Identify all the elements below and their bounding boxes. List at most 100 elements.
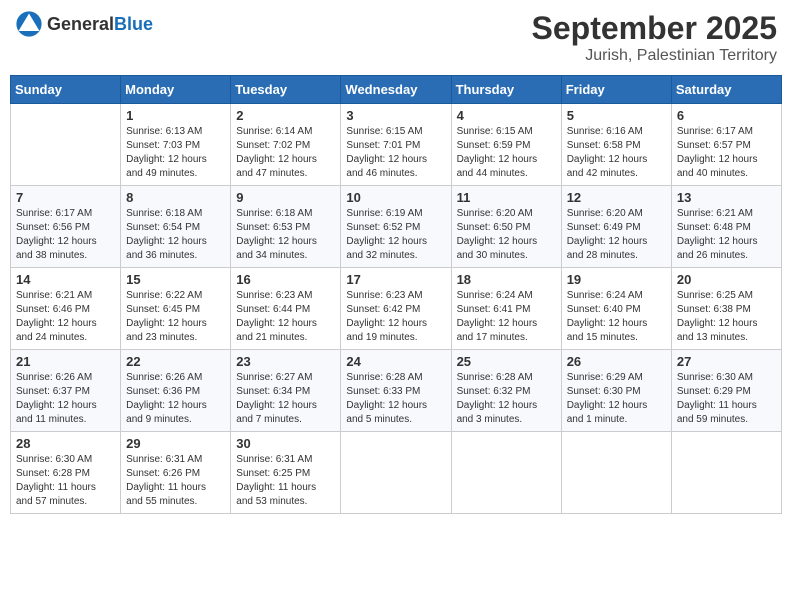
calendar-cell: 13 Sunrise: 6:21 AM Sunset: 6:48 PM Dayli… — [671, 186, 781, 268]
day-info: Sunrise: 6:24 AM Sunset: 6:41 PM Dayligh… — [457, 289, 556, 345]
day-number: 7 — [16, 190, 115, 205]
calendar-cell: 22 Sunrise: 6:26 AM Sunset: 6:36 PM Dayli… — [121, 350, 231, 432]
day-info: Sunrise: 6:18 AM Sunset: 6:53 PM Dayligh… — [236, 207, 335, 263]
day-info: Sunrise: 6:30 AM Sunset: 6:28 PM Dayligh… — [16, 453, 115, 509]
calendar-cell: 27 Sunrise: 6:30 AM Sunset: 6:29 PM Dayli… — [671, 350, 781, 432]
calendar-cell: 14 Sunrise: 6:21 AM Sunset: 6:46 PM Dayli… — [11, 268, 121, 350]
month-title: September 2025 — [532, 10, 777, 47]
day-number: 28 — [16, 436, 115, 451]
day-info: Sunrise: 6:20 AM Sunset: 6:49 PM Dayligh… — [567, 207, 666, 263]
day-number: 20 — [677, 272, 776, 287]
calendar-cell: 23Sunrise: 6:27 AM Sunset: 6:34 PM Dayli… — [231, 350, 341, 432]
day-info: Sunrise: 6:20 AM Sunset: 6:50 PM Dayligh… — [457, 207, 556, 263]
calendar-cell: 26 Sunrise: 6:29 AM Sunset: 6:30 PM Dayli… — [561, 350, 671, 432]
location-title: Jurish, Palestinian Territory — [532, 47, 777, 65]
calendar-table: SundayMondayTuesdayWednesdayThursdayFrid… — [10, 75, 782, 514]
day-info: Sunrise: 6:21 AM Sunset: 6:48 PM Dayligh… — [677, 207, 776, 263]
calendar-cell: 9 Sunrise: 6:18 AM Sunset: 6:53 PM Daylig… — [231, 186, 341, 268]
calendar-cell: 21Sunrise: 6:26 AM Sunset: 6:37 PM Dayli… — [11, 350, 121, 432]
calendar-cell: 4 Sunrise: 6:15 AM Sunset: 6:59 PM Daylig… — [451, 104, 561, 186]
day-info: Sunrise: 6:16 AM Sunset: 6:58 PM Dayligh… — [567, 125, 666, 181]
day-info: Sunrise: 6:24 AM Sunset: 6:40 PM Dayligh… — [567, 289, 666, 345]
page-header: GeneralBlue September 2025 Jurish, Pales… — [10, 10, 782, 65]
calendar-cell: 12Sunrise: 6:20 AM Sunset: 6:49 PM Dayli… — [561, 186, 671, 268]
day-number: 27 — [677, 354, 776, 369]
calendar-cell: 30 Sunrise: 6:31 AM Sunset: 6:25 PM Dayli… — [231, 432, 341, 514]
column-header-tuesday: Tuesday — [231, 76, 341, 104]
calendar-cell: 25 Sunrise: 6:28 AM Sunset: 6:32 PM Dayli… — [451, 350, 561, 432]
calendar-cell: 29 Sunrise: 6:31 AM Sunset: 6:26 PM Dayli… — [121, 432, 231, 514]
day-number: 11 — [457, 190, 556, 205]
day-number: 30 — [236, 436, 335, 451]
day-number: 24 — [346, 354, 445, 369]
calendar-week-row: 28 Sunrise: 6:30 AM Sunset: 6:28 PM Dayli… — [11, 432, 782, 514]
day-number: 13 — [677, 190, 776, 205]
day-number: 25 — [457, 354, 556, 369]
day-number: 8 — [126, 190, 225, 205]
day-number: 4 — [457, 108, 556, 123]
day-info: Sunrise: 6:30 AM Sunset: 6:29 PM Dayligh… — [677, 371, 776, 427]
day-info: Sunrise: 6:28 AM Sunset: 6:33 PM Dayligh… — [346, 371, 445, 427]
day-number: 3 — [346, 108, 445, 123]
day-number: 14 — [16, 272, 115, 287]
day-number: 2 — [236, 108, 335, 123]
day-number: 26 — [567, 354, 666, 369]
logo-blue-text: Blue — [114, 14, 153, 34]
column-header-saturday: Saturday — [671, 76, 781, 104]
day-number: 5 — [567, 108, 666, 123]
calendar-cell: 2Sunrise: 6:14 AM Sunset: 7:02 PM Daylig… — [231, 104, 341, 186]
day-info: Sunrise: 6:23 AM Sunset: 6:42 PM Dayligh… — [346, 289, 445, 345]
day-info: Sunrise: 6:15 AM Sunset: 6:59 PM Dayligh… — [457, 125, 556, 181]
calendar-cell: 17 Sunrise: 6:23 AM Sunset: 6:42 PM Dayli… — [341, 268, 451, 350]
calendar-cell: 18 Sunrise: 6:24 AM Sunset: 6:41 PM Dayli… — [451, 268, 561, 350]
logo-general-text: General — [47, 14, 114, 34]
day-info: Sunrise: 6:22 AM Sunset: 6:45 PM Dayligh… — [126, 289, 225, 345]
calendar-week-row: 1 Sunrise: 6:13 AM Sunset: 7:03 PM Daylig… — [11, 104, 782, 186]
day-info: Sunrise: 6:17 AM Sunset: 6:57 PM Dayligh… — [677, 125, 776, 181]
title-block: September 2025 Jurish, Palestinian Terri… — [532, 10, 777, 65]
day-number: 21 — [16, 354, 115, 369]
day-number: 6 — [677, 108, 776, 123]
day-number: 29 — [126, 436, 225, 451]
calendar-cell: 28 Sunrise: 6:30 AM Sunset: 6:28 PM Dayli… — [11, 432, 121, 514]
day-info: Sunrise: 6:13 AM Sunset: 7:03 PM Dayligh… — [126, 125, 225, 181]
calendar-cell — [671, 432, 781, 514]
day-number: 1 — [126, 108, 225, 123]
calendar-cell: 16Sunrise: 6:23 AM Sunset: 6:44 PM Dayli… — [231, 268, 341, 350]
day-number: 18 — [457, 272, 556, 287]
day-number: 17 — [346, 272, 445, 287]
day-number: 19 — [567, 272, 666, 287]
calendar-cell: 15 Sunrise: 6:22 AM Sunset: 6:45 PM Dayli… — [121, 268, 231, 350]
day-info: Sunrise: 6:28 AM Sunset: 6:32 PM Dayligh… — [457, 371, 556, 427]
calendar-cell: 6 Sunrise: 6:17 AM Sunset: 6:57 PM Daylig… — [671, 104, 781, 186]
day-info: Sunrise: 6:31 AM Sunset: 6:25 PM Dayligh… — [236, 453, 335, 509]
day-info: Sunrise: 6:31 AM Sunset: 6:26 PM Dayligh… — [126, 453, 225, 509]
calendar-cell: 5 Sunrise: 6:16 AM Sunset: 6:58 PM Daylig… — [561, 104, 671, 186]
logo: GeneralBlue — [15, 10, 153, 38]
day-info: Sunrise: 6:25 AM Sunset: 6:38 PM Dayligh… — [677, 289, 776, 345]
calendar-cell: 7 Sunrise: 6:17 AM Sunset: 6:56 PM Daylig… — [11, 186, 121, 268]
day-info: Sunrise: 6:17 AM Sunset: 6:56 PM Dayligh… — [16, 207, 115, 263]
column-header-friday: Friday — [561, 76, 671, 104]
calendar-cell: 10Sunrise: 6:19 AM Sunset: 6:52 PM Dayli… — [341, 186, 451, 268]
day-number: 22 — [126, 354, 225, 369]
day-info: Sunrise: 6:21 AM Sunset: 6:46 PM Dayligh… — [16, 289, 115, 345]
day-info: Sunrise: 6:27 AM Sunset: 6:34 PM Dayligh… — [236, 371, 335, 427]
calendar-cell: 19 Sunrise: 6:24 AM Sunset: 6:40 PM Dayli… — [561, 268, 671, 350]
column-header-wednesday: Wednesday — [341, 76, 451, 104]
day-number: 10 — [346, 190, 445, 205]
column-header-sunday: Sunday — [11, 76, 121, 104]
calendar-week-row: 21Sunrise: 6:26 AM Sunset: 6:37 PM Dayli… — [11, 350, 782, 432]
calendar-week-row: 7 Sunrise: 6:17 AM Sunset: 6:56 PM Daylig… — [11, 186, 782, 268]
day-info: Sunrise: 6:15 AM Sunset: 7:01 PM Dayligh… — [346, 125, 445, 181]
calendar-cell — [561, 432, 671, 514]
day-number: 9 — [236, 190, 335, 205]
day-info: Sunrise: 6:29 AM Sunset: 6:30 PM Dayligh… — [567, 371, 666, 427]
calendar-week-row: 14 Sunrise: 6:21 AM Sunset: 6:46 PM Dayli… — [11, 268, 782, 350]
day-info: Sunrise: 6:26 AM Sunset: 6:36 PM Dayligh… — [126, 371, 225, 427]
day-number: 15 — [126, 272, 225, 287]
day-number: 16 — [236, 272, 335, 287]
calendar-cell: 11 Sunrise: 6:20 AM Sunset: 6:50 PM Dayli… — [451, 186, 561, 268]
calendar-header-row: SundayMondayTuesdayWednesdayThursdayFrid… — [11, 76, 782, 104]
calendar-cell — [11, 104, 121, 186]
